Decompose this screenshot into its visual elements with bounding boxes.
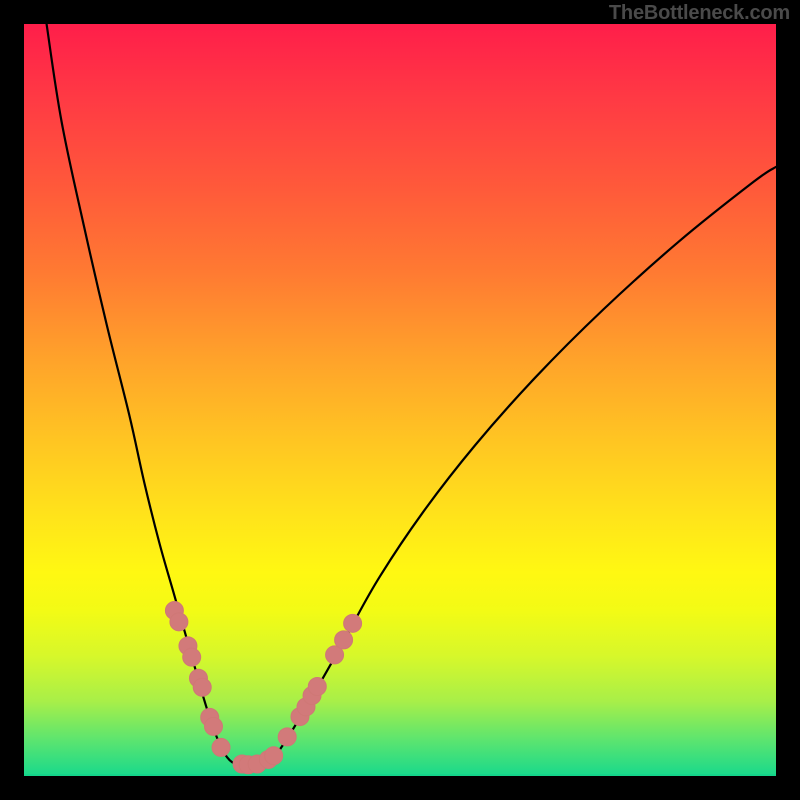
data-marker: [344, 614, 362, 632]
plot-area: [24, 24, 776, 776]
data-marker: [179, 637, 197, 655]
plot-svg: [24, 24, 776, 776]
data-marker: [297, 698, 315, 716]
data-marker: [335, 631, 353, 649]
data-marker: [326, 646, 344, 664]
data-marker: [259, 750, 277, 768]
data-marker: [308, 678, 326, 696]
data-marker: [212, 738, 230, 756]
data-marker: [248, 755, 266, 773]
data-marker: [278, 728, 296, 746]
data-marker: [201, 708, 219, 726]
data-marker: [189, 669, 207, 687]
data-marker: [239, 756, 257, 774]
data-marker: [205, 717, 223, 735]
baseline-band: [24, 774, 776, 776]
data-marker: [193, 678, 211, 696]
watermark-text: TheBottleneck.com: [609, 2, 790, 25]
data-marker: [233, 755, 251, 773]
data-marker: [291, 708, 309, 726]
data-marker: [265, 747, 283, 765]
data-marker: [183, 648, 201, 666]
bottleneck-curve: [47, 24, 776, 765]
data-marker: [165, 602, 183, 620]
data-marker: [303, 687, 321, 705]
data-marker: [170, 613, 188, 631]
chart-stage: TheBottleneck.com: [0, 0, 800, 800]
